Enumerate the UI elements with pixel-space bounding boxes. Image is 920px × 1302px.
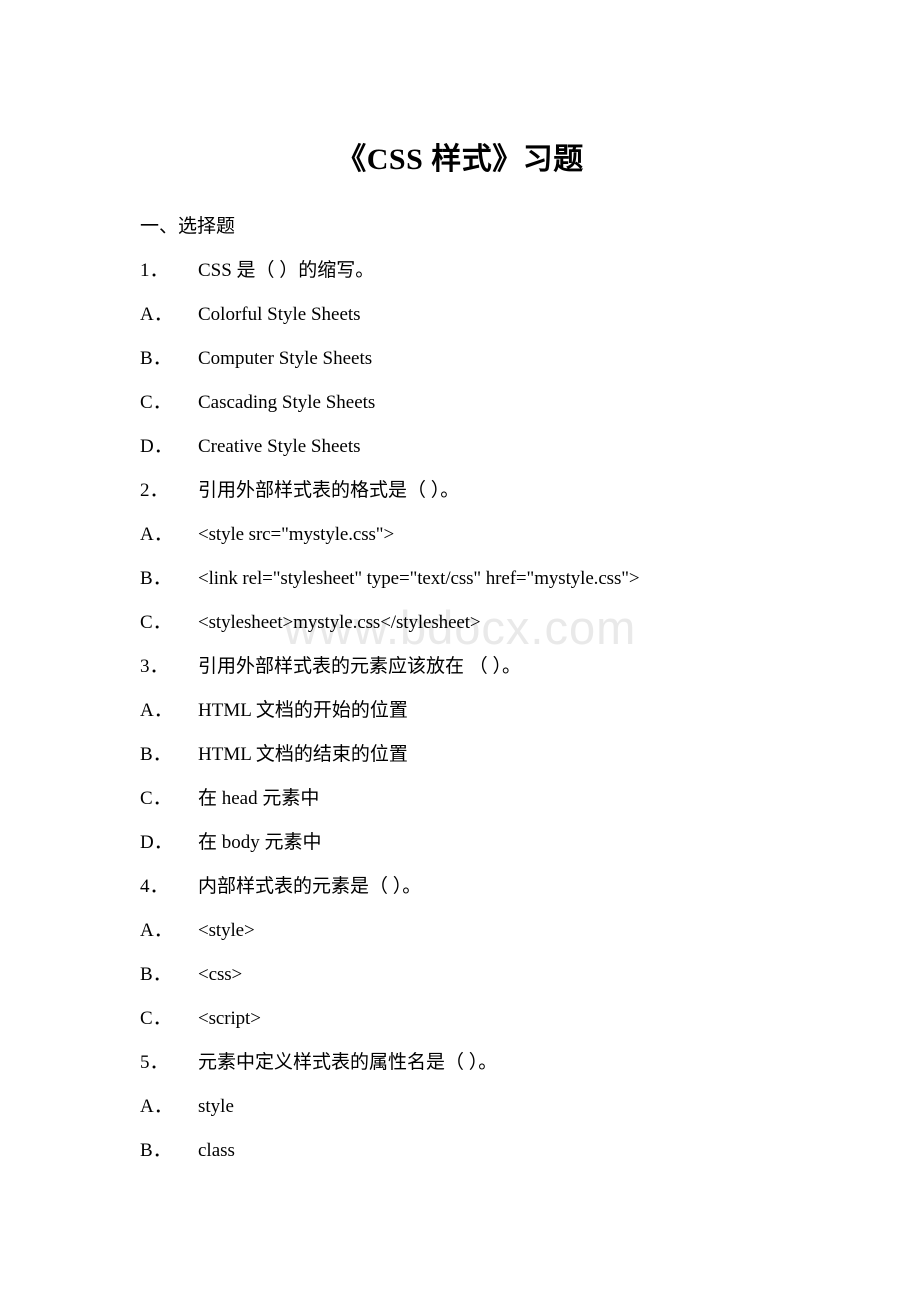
question-4-text: 内部样式表的元素是（ ）。	[198, 876, 422, 897]
question-1-option-d[interactable]: D． Creative Style Sheets	[140, 425, 840, 469]
question-5-option-b-marker: B．	[140, 1140, 172, 1161]
question-3-option-d[interactable]: D． 在 body 元素中	[140, 821, 840, 865]
question-4-option-a-marker: A．	[140, 920, 173, 941]
question-1-option-b[interactable]: B． Computer Style Sheets	[140, 337, 840, 381]
question-4-option-c-marker: C．	[140, 1008, 172, 1029]
question-1-number: 1．	[140, 260, 169, 281]
question-3-option-d-marker: D．	[140, 832, 173, 853]
question-5-option-a-text: style	[198, 1096, 234, 1117]
question-3: 3． 引用外部样式表的元素应该放在 （ ）。	[140, 645, 840, 689]
question-3-option-b-marker: B．	[140, 744, 172, 765]
question-5-option-a[interactable]: A． style	[140, 1085, 840, 1129]
question-2-option-a[interactable]: A． <style src="mystyle.css">	[140, 513, 840, 557]
question-3-option-a[interactable]: A． HTML 文档的开始的位置	[140, 689, 840, 733]
question-5-option-b[interactable]: B． class	[140, 1129, 840, 1173]
question-3-option-b[interactable]: B． HTML 文档的结束的位置	[140, 733, 840, 777]
question-3-text: 引用外部样式表的元素应该放在 （ ）。	[198, 656, 522, 677]
question-1-option-a-text: Colorful Style Sheets	[198, 304, 361, 325]
question-3-option-d-text: 在 body 元素中	[198, 832, 322, 853]
question-1-option-a-marker: A．	[140, 304, 173, 325]
document-page: www.bdocx.com 《CSS 样式》习题 一、选择题 1． CSS 是（ …	[0, 0, 920, 1302]
question-4-number: 4．	[140, 876, 169, 897]
question-5: 5． 元素中定义样式表的属性名是（ ）。	[140, 1041, 840, 1085]
question-4-option-b-marker: B．	[140, 964, 172, 985]
question-2-option-a-text: <style src="mystyle.css">	[198, 524, 395, 545]
question-2-option-c[interactable]: C． <stylesheet>mystyle.css</stylesheet>	[140, 601, 840, 645]
question-2-option-b-text: <link rel="stylesheet" type="text/css" h…	[198, 568, 640, 589]
question-1-option-a[interactable]: A． Colorful Style Sheets	[140, 293, 840, 337]
question-3-number: 3．	[140, 656, 169, 677]
question-2-text: 引用外部样式表的格式是（ ）。	[198, 480, 460, 501]
question-4: 4． 内部样式表的元素是（ ）。	[140, 865, 840, 909]
question-2-number: 2．	[140, 480, 169, 501]
question-5-text: 元素中定义样式表的属性名是（ ）。	[198, 1052, 498, 1073]
question-4-option-a-text: <style>	[198, 920, 255, 941]
question-5-number: 5．	[140, 1052, 169, 1073]
question-1-option-c-text: Cascading Style Sheets	[198, 392, 376, 413]
question-1-option-c[interactable]: C． Cascading Style Sheets	[140, 381, 840, 425]
question-3-option-c-marker: C．	[140, 788, 172, 809]
question-3-option-c-text: 在 head 元素中	[198, 788, 320, 809]
question-2: 2． 引用外部样式表的格式是（ ）。	[140, 469, 840, 513]
question-1-option-c-marker: C．	[140, 392, 172, 413]
question-3-option-c[interactable]: C． 在 head 元素中	[140, 777, 840, 821]
question-1-option-d-marker: D．	[140, 436, 173, 457]
question-4-option-c-text: <script>	[198, 1008, 261, 1029]
question-3-option-b-text: HTML 文档的结束的位置	[198, 744, 408, 765]
question-2-option-c-marker: C．	[140, 612, 172, 633]
section-heading: 一、选择题	[140, 216, 236, 237]
question-1-text: CSS 是（ ）的缩写。	[198, 260, 375, 281]
question-5-option-b-text: class	[198, 1140, 235, 1161]
question-2-option-b-marker: B．	[140, 568, 172, 589]
question-2-option-b[interactable]: B． <link rel="stylesheet" type="text/css"…	[140, 557, 840, 601]
question-3-option-a-text: HTML 文档的开始的位置	[198, 700, 408, 721]
document-content: 《CSS 样式》习题 一、选择题 1． CSS 是（ ）的缩写。 A． Colorf…	[0, 0, 920, 1173]
question-3-option-a-marker: A．	[140, 700, 173, 721]
question-4-option-a[interactable]: A． <style>	[140, 909, 840, 953]
question-1-option-d-text: Creative Style Sheets	[198, 436, 361, 457]
question-2-option-c-text: <stylesheet>mystyle.css</stylesheet>	[198, 612, 481, 633]
section-multiple-choice: 一、选择题 1． CSS 是（ ）的缩写。 A． Colorful Style Sh…	[140, 205, 840, 1173]
question-4-option-c[interactable]: C． <script>	[140, 997, 840, 1041]
question-4-option-b[interactable]: B． <css>	[140, 953, 840, 997]
question-1-option-b-marker: B．	[140, 348, 172, 369]
page-title: 《CSS 样式》习题	[336, 143, 584, 176]
question-2-option-a-marker: A．	[140, 524, 173, 545]
question-1: 1． CSS 是（ ）的缩写。	[140, 249, 840, 293]
question-5-option-a-marker: A．	[140, 1096, 173, 1117]
question-4-option-b-text: <css>	[198, 964, 243, 985]
question-1-option-b-text: Computer Style Sheets	[198, 348, 373, 369]
